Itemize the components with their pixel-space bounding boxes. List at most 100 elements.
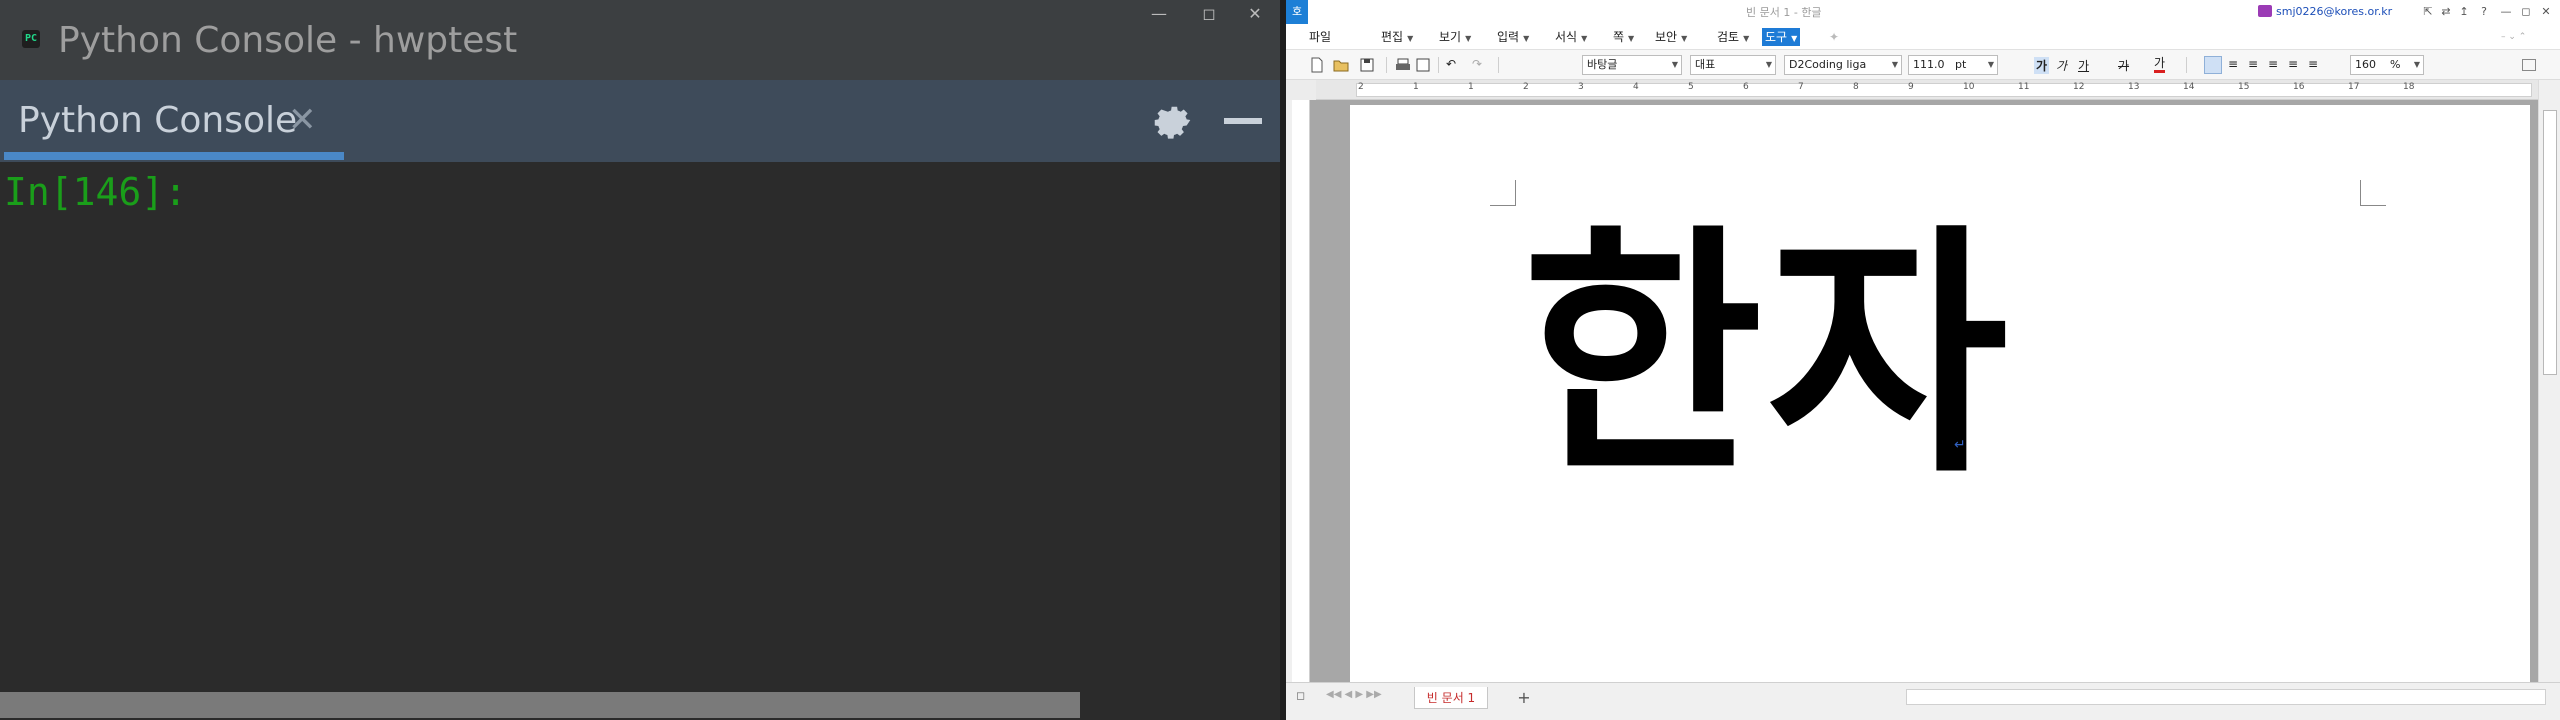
stepper-icon: ▼ bbox=[2413, 60, 2420, 69]
document-canvas[interactable]: 한자 ↵ bbox=[1310, 100, 2538, 682]
window-maximize-button[interactable]: ◻ bbox=[1194, 4, 1224, 24]
layout-icon[interactable] bbox=[2522, 59, 2536, 71]
print-preview-icon[interactable] bbox=[1414, 56, 1432, 74]
menu-page[interactable]: 쪽 ▼ bbox=[1610, 28, 1637, 46]
menu-label: 보기 bbox=[1439, 30, 1462, 44]
menu-security[interactable]: 보안 ▼ bbox=[1652, 28, 1690, 46]
ruler-number: 8 bbox=[1853, 82, 1859, 92]
ruler-number: 14 bbox=[2183, 82, 2195, 92]
chevron-down-icon: ▼ bbox=[1465, 34, 1472, 43]
vertical-scrollbar-thumb[interactable] bbox=[2543, 110, 2557, 375]
save-icon[interactable] bbox=[1358, 56, 1376, 74]
ruler-number: 3 bbox=[1578, 82, 1584, 92]
font-size-field[interactable]: 111.0 pt ▼ bbox=[1908, 55, 1998, 75]
menu-label: 보안 bbox=[1655, 30, 1678, 44]
redo-icon[interactable]: ↷ bbox=[1472, 57, 1482, 71]
page-nav-icons[interactable]: ◀◀ ◀ ▶ ▶▶ bbox=[1326, 689, 1382, 700]
ruler-number: 6 bbox=[1743, 82, 1749, 92]
tab-python-console[interactable]: Python Console ✕ bbox=[4, 80, 344, 162]
fullscreen-icon[interactable]: ⇱ bbox=[2420, 4, 2436, 20]
underline-button[interactable]: 가 bbox=[2078, 57, 2089, 74]
vertical-ruler[interactable] bbox=[1292, 100, 1310, 682]
chevron-down-icon: ▼ bbox=[1681, 34, 1688, 43]
chevron-down-icon: ▼ bbox=[1791, 34, 1798, 43]
user-email[interactable]: smj0226@kores.or.kr bbox=[2276, 5, 2392, 18]
toolbar-separator bbox=[1498, 57, 1499, 73]
toolbar-separator bbox=[1438, 57, 1439, 73]
align-center-icon[interactable]: ≡ bbox=[2248, 57, 2258, 71]
horizontal-scrollbar[interactable] bbox=[1906, 689, 2546, 705]
open-folder-icon[interactable] bbox=[1332, 56, 1350, 74]
tool-window-tab-bar: Python Console ✕ bbox=[0, 80, 1280, 162]
horizontal-scrollbar-thumb[interactable] bbox=[0, 692, 1080, 718]
align-right-icon[interactable]: ≡ bbox=[2268, 57, 2278, 71]
pin-icon[interactable]: ↥ bbox=[2456, 4, 2472, 20]
menu-label: 파일 bbox=[1309, 30, 1332, 44]
chevron-down-icon: ▼ bbox=[1765, 60, 1772, 69]
ruler-number: 1 bbox=[1468, 82, 1474, 92]
chevron-down-icon: ▼ bbox=[1407, 34, 1414, 43]
window-minimize-button[interactable]: — bbox=[2498, 4, 2514, 20]
window-close-button[interactable]: ✕ bbox=[1240, 4, 1270, 24]
page-tab[interactable]: 빈 문서 1 bbox=[1414, 687, 1488, 709]
zoom-field[interactable]: 160 % ▼ bbox=[2350, 55, 2424, 75]
close-icon[interactable]: ✕ bbox=[288, 100, 317, 140]
align-left-icon[interactable]: ≡ bbox=[2228, 57, 2238, 71]
help-icon[interactable]: ? bbox=[2476, 4, 2492, 20]
document-page[interactable]: 한자 ↵ bbox=[1350, 105, 2530, 682]
ruler-number: 12 bbox=[2073, 82, 2085, 92]
bold-button[interactable]: 가 bbox=[2034, 57, 2050, 74]
font-color-button[interactable]: 가 bbox=[2154, 57, 2166, 73]
ruler-corner[interactable] bbox=[1286, 80, 1316, 100]
python-console-window: PC Python Console - hwptest — ◻ ✕ Python… bbox=[0, 0, 1280, 720]
crop-mark bbox=[1490, 180, 1516, 206]
view-toggle-icon[interactable]: ◻ bbox=[1296, 689, 1305, 702]
minus-icon[interactable] bbox=[1224, 118, 1262, 124]
page-tab-bar: ◻ ◀◀ ◀ ▶ ▶▶ 빈 문서 1 + bbox=[1286, 682, 2560, 720]
console-editor[interactable]: In[146]: bbox=[0, 162, 1280, 692]
document-title: 빈 문서 1 - 한글 bbox=[1746, 6, 1822, 19]
menu-view[interactable]: 보기 ▼ bbox=[1436, 28, 1474, 46]
chevron-down-icon: ▼ bbox=[1523, 34, 1530, 43]
hwp-logo-icon[interactable]: 호 bbox=[1286, 0, 1308, 24]
ribbon-toggle-icon[interactable]: – ⌄ ⌃ bbox=[2498, 28, 2529, 46]
strikethrough-button[interactable]: 가 bbox=[2118, 57, 2129, 74]
document-text[interactable]: 한자 bbox=[1522, 225, 2012, 487]
chevron-down-icon: ▼ bbox=[1743, 34, 1750, 43]
gear-icon[interactable] bbox=[1152, 100, 1196, 144]
ruler-number: 1 bbox=[1413, 82, 1419, 92]
align-distribute-icon[interactable]: ≡ bbox=[2288, 57, 2298, 71]
window-close-button[interactable]: ✕ bbox=[2538, 4, 2554, 20]
ruler-number: 2 bbox=[1358, 82, 1364, 92]
menu-input[interactable]: 입력 ▼ bbox=[1494, 28, 1532, 46]
language-value: 대표 bbox=[1695, 58, 1716, 71]
ruler-number: 16 bbox=[2293, 82, 2305, 92]
window-minimize-button[interactable]: — bbox=[1144, 4, 1174, 24]
style-combo[interactable]: 바탕글 ▼ bbox=[1582, 55, 1682, 75]
hwp-title-bar: 호 빈 문서 1 - 한글 smj0226@kores.or.kr ⇱ ⇄ ↥ … bbox=[1286, 0, 2560, 24]
print-icon[interactable] bbox=[1394, 56, 1412, 74]
menu-edit[interactable]: 편집 ▼ bbox=[1378, 28, 1416, 46]
fit-icon[interactable]: ⇄ bbox=[2438, 4, 2454, 20]
horizontal-ruler[interactable]: 2 1 1 2 3 4 5 6 7 8 9 10 11 12 13 14 15 16 17 18 bbox=[1316, 80, 2538, 100]
italic-button[interactable]: 가 bbox=[2056, 57, 2067, 74]
menu-label: 쪽 bbox=[1613, 30, 1625, 44]
undo-icon[interactable]: ↶ bbox=[1446, 57, 1456, 71]
menu-format[interactable]: 서식 ▼ bbox=[1552, 28, 1590, 46]
ruler-number: 5 bbox=[1688, 82, 1694, 92]
menu-file[interactable]: 파일 bbox=[1306, 28, 1334, 46]
magic-icon[interactable]: ✦ bbox=[1826, 28, 1842, 46]
font-combo[interactable]: D2Coding liga ▼ bbox=[1784, 55, 1902, 75]
ruler-number: 2 bbox=[1523, 82, 1529, 92]
font-size-unit: pt bbox=[1955, 58, 1967, 71]
ruler-number: 9 bbox=[1908, 82, 1914, 92]
menu-tools[interactable]: 도구 ▼ bbox=[1762, 28, 1801, 46]
align-divide-icon[interactable]: ≡ bbox=[2308, 57, 2318, 71]
align-justify-icon[interactable] bbox=[2204, 56, 2222, 74]
language-combo[interactable]: 대표 ▼ bbox=[1690, 55, 1776, 75]
window-maximize-button[interactable]: ◻ bbox=[2518, 4, 2534, 20]
menu-review[interactable]: 검토 ▼ bbox=[1714, 28, 1752, 46]
add-tab-button[interactable]: + bbox=[1512, 687, 1536, 709]
new-document-icon[interactable] bbox=[1308, 56, 1326, 74]
vertical-scrollbar[interactable] bbox=[2538, 80, 2560, 682]
